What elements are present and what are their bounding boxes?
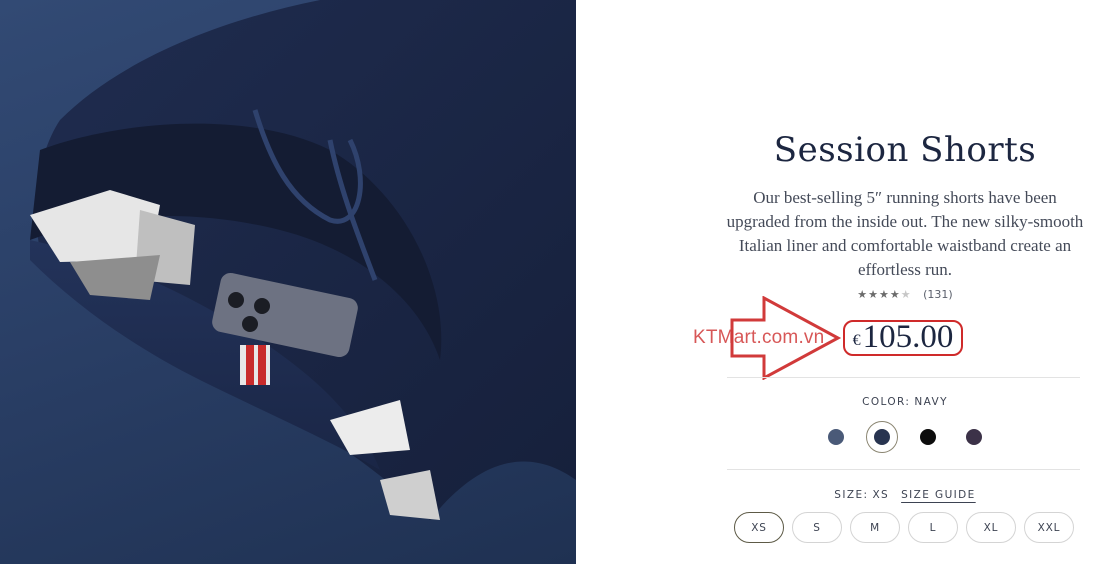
product-title: Session Shorts [773, 130, 1037, 170]
color-swatch-navy[interactable] [866, 421, 898, 453]
color-selected-value: NAVY [914, 396, 948, 408]
product-info-panel: Session Shorts Our best-selling 5″ runni… [700, 0, 1105, 574]
color-swatch-plum[interactable] [958, 421, 990, 453]
price-value: 105.00 [862, 319, 954, 355]
color-swatches [700, 421, 1105, 453]
star-icon: ★★★★★ [857, 288, 911, 301]
size-option-xs[interactable]: XS [734, 512, 784, 543]
product-page: KTMart.com.vn Session Shorts Our best-se… [0, 0, 1105, 574]
size-label-text: SIZE: [834, 489, 869, 501]
divider [727, 469, 1080, 470]
rating-star-partial: ★ [900, 288, 912, 301]
product-image [0, 0, 576, 564]
size-label: SIZE: XS SIZE GUIDE [700, 489, 1105, 501]
rating-stars-filled: ★★★★ [857, 288, 901, 301]
size-option-l[interactable]: L [908, 512, 958, 543]
price-currency: € [852, 332, 861, 349]
color-label: COLOR: NAVY [700, 396, 1105, 408]
size-option-m[interactable]: M [850, 512, 900, 543]
size-guide-link[interactable]: SIZE GUIDE [901, 489, 976, 501]
size-option-s[interactable]: S [792, 512, 842, 543]
product-rating[interactable]: ★★★★★ (131) [700, 288, 1105, 301]
size-option-xxl[interactable]: XXL [1024, 512, 1074, 543]
size-options: XS S M L XL XXL [734, 512, 1074, 543]
price-highlight: € 105.00 [843, 320, 963, 356]
color-swatch-slate[interactable] [820, 421, 852, 453]
size-option-xl[interactable]: XL [966, 512, 1016, 543]
color-swatch-black[interactable] [912, 421, 944, 453]
color-label-text: COLOR: [862, 396, 911, 408]
divider [727, 377, 1080, 378]
product-description: Our best-selling 5″ running shorts have … [726, 188, 1084, 279]
review-count: (131) [923, 288, 953, 301]
size-selected-value: XS [872, 489, 890, 501]
